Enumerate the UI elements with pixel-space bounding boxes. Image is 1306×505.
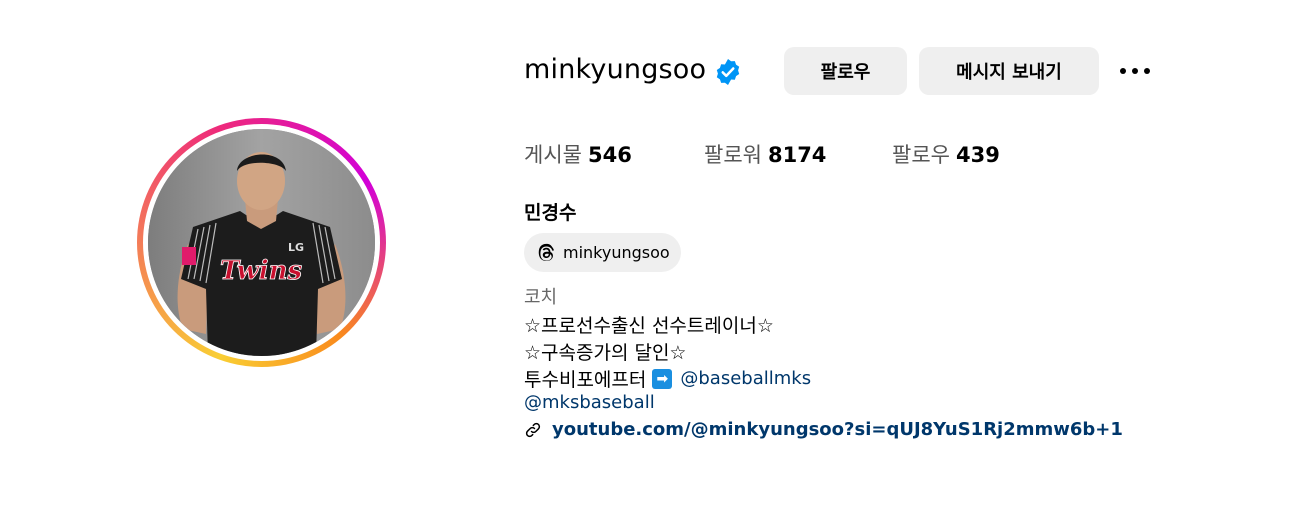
message-button[interactable]: 메시지 보내기 <box>919 47 1099 95</box>
link-icon <box>525 422 541 437</box>
verified-badge-icon <box>716 59 740 85</box>
bio-line-2: ☆구속증가의 달인☆ <box>524 342 687 364</box>
followers-value: 8174 <box>767 143 827 167</box>
svg-text:Twins: Twins <box>220 256 303 286</box>
posts-count: 게시물 546 <box>524 139 632 169</box>
dot <box>1144 68 1150 74</box>
profile-username: minkyungsoo <box>524 54 707 85</box>
threads-handle: minkyungsoo <box>563 243 670 262</box>
mention-link-mksbaseball[interactable]: @mksbaseball <box>524 392 655 413</box>
posts-value: 546 <box>587 143 632 167</box>
more-options-icon[interactable] <box>1116 60 1154 82</box>
full-name: 민경수 <box>524 202 577 224</box>
bio-external-link[interactable]: youtube.com/@minkyungsoo?si=qUJ8YuS1Rj2m… <box>524 419 1123 440</box>
following-count[interactable]: 팔로우 439 <box>892 139 1000 169</box>
external-link-url[interactable]: youtube.com/@minkyungsoo?si=qUJ8YuS1Rj2m… <box>552 419 1123 440</box>
threads-badge[interactable]: minkyungsoo <box>524 233 681 272</box>
follow-button[interactable]: 팔로우 <box>784 47 907 95</box>
following-label: 팔로우 <box>892 143 950 167</box>
story-ring[interactable]: Twins LG <box>137 118 386 367</box>
bio-line-3: 투수비포에프터 ➡ @baseballmks <box>524 365 811 392</box>
profile-page: Twins LG minkyungsoo 팔로우 메시지 보내기 게시물 546 … <box>0 0 1306 505</box>
right-arrow-icon: ➡ <box>652 368 673 389</box>
bio-line-3-text: 투수비포에프터 <box>524 369 647 391</box>
dot <box>1120 68 1126 74</box>
mention-link-baseballmks[interactable]: @baseballmks <box>680 368 811 389</box>
dot <box>1132 68 1138 74</box>
avatar-photo: Twins LG <box>148 129 375 356</box>
avatar[interactable]: Twins LG <box>148 129 375 356</box>
posts-label: 게시물 <box>524 143 582 167</box>
profile-category: 코치 <box>524 287 558 308</box>
svg-text:LG: LG <box>288 241 304 254</box>
followers-label: 팔로워 <box>704 143 762 167</box>
following-value: 439 <box>955 143 1000 167</box>
followers-count[interactable]: 팔로워 8174 <box>704 139 826 169</box>
bio-line-1: ☆프로선수출신 선수트레이너☆ <box>524 315 774 337</box>
threads-icon <box>538 243 554 261</box>
